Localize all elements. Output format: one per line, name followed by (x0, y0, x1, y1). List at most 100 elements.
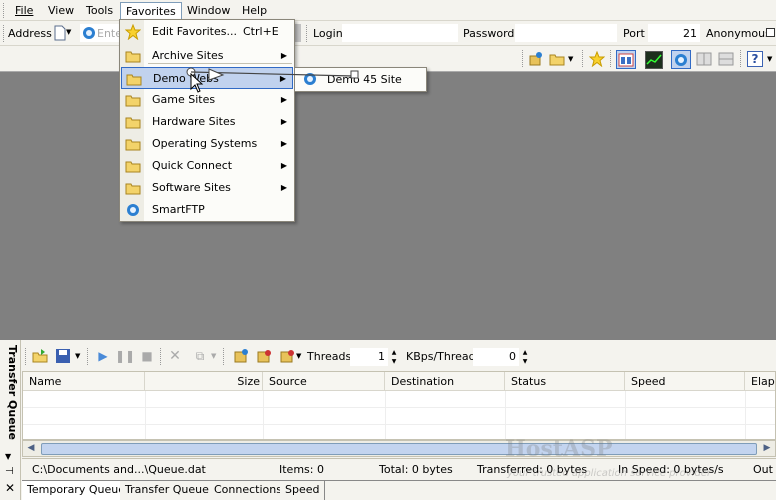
menu-window[interactable]: Window (182, 2, 235, 19)
tile-horizontal-icon[interactable] (718, 51, 734, 67)
transfer-queue-toggle-icon[interactable] (616, 50, 636, 69)
tab-speed[interactable]: Speed (280, 481, 326, 500)
horizontal-scrollbar[interactable]: ◀ ▶ (22, 440, 776, 457)
tab-temporary-queue[interactable]: Temporary Queue (22, 481, 131, 500)
menu-tools[interactable]: Tools (81, 2, 118, 19)
anonymous-label: Anonymous (706, 27, 771, 40)
toolbar-grip[interactable] (3, 25, 4, 42)
folder-icon (125, 48, 141, 64)
port-field[interactable]: 21 (648, 24, 700, 42)
menu-help[interactable]: Help (237, 2, 272, 19)
address-toolbar: Address ▼ Ente Login Password Port 21 An… (0, 21, 776, 46)
status-out-speed: Out (753, 463, 773, 476)
threads-input[interactable]: 1 (350, 348, 388, 366)
speed-graph-icon[interactable] (645, 51, 663, 69)
save-queue-icon[interactable] (55, 348, 71, 364)
status-queue-file: C:\Documents and...\Queue.dat (32, 463, 206, 476)
kbps-value: 0 (509, 350, 516, 363)
tile-vertical-icon[interactable] (696, 51, 712, 67)
tab-label: Connections (214, 483, 282, 496)
mouse-pointer-icon (190, 73, 204, 93)
threads-value: 1 (378, 350, 385, 363)
toolbar-separator (223, 348, 224, 365)
pause-icon[interactable]: ❚❚ (115, 348, 135, 364)
menu-item-smartftp[interactable]: SmartFTP (121, 199, 293, 221)
menu-item-operating-systems[interactable]: Operating Systems ▶ (121, 133, 293, 155)
transfer-queue-title: Transfer Queue (6, 345, 19, 440)
kbps-spinner[interactable]: ▲ ▼ (520, 348, 530, 366)
login-label: Login (313, 27, 343, 40)
kbps-input[interactable]: 0 (473, 348, 519, 366)
save-queue-dropdown-icon[interactable]: ▼ (75, 352, 80, 360)
globe-view-icon[interactable] (671, 50, 691, 69)
close-panel-icon[interactable]: ✕ (5, 481, 15, 495)
menu-item-label: Software Sites (152, 181, 231, 194)
open-folder-icon[interactable] (549, 51, 565, 67)
load-queue-icon[interactable] (32, 348, 48, 364)
queue-toolbar: ▼ ▶ ❚❚ ■ ✕ ⧉ ▼ ▼ Threads 1 ▲ ▼ KBps/Threa… (22, 344, 776, 369)
menu-item-quick-connect[interactable]: Quick Connect ▶ (121, 155, 293, 177)
move-icon[interactable]: ⧉ (192, 348, 208, 364)
menu-item-label: Archive Sites (152, 49, 224, 62)
menu-item-software-sites[interactable]: Software Sites ▶ (121, 177, 293, 199)
start-icon[interactable]: ▶ (95, 348, 111, 364)
menubar-grip[interactable] (3, 3, 6, 18)
dock-menu-arrow-icon[interactable]: ▼ (5, 452, 11, 461)
menu-file[interactable]: File (10, 2, 38, 19)
port-label: Port (623, 27, 645, 40)
scheduler-icon[interactable] (233, 348, 249, 364)
move-dropdown-icon[interactable]: ▼ (211, 352, 216, 360)
toolbar2-grip[interactable] (522, 50, 523, 67)
menu-item-hardware-sites[interactable]: Hardware Sites ▶ (121, 111, 293, 133)
menu-item-archive-sites[interactable]: Archive Sites ▶ (121, 45, 293, 67)
address-input[interactable]: Ente (80, 24, 122, 42)
column-header-source[interactable]: Source (263, 372, 385, 391)
column-header-size[interactable]: Size (145, 372, 263, 391)
toolbar-overflow-icon[interactable]: ▼ (767, 55, 772, 63)
menu-tools-label: Tools (86, 4, 114, 17)
menu-item-edit-favorites[interactable]: Edit Favorites... Ctrl+E (121, 21, 293, 43)
column-header-destination[interactable]: Destination (385, 372, 505, 391)
submenu-arrow-icon: ▶ (280, 117, 287, 126)
login-field[interactable] (342, 24, 458, 42)
queue-settings-icon[interactable] (256, 348, 272, 364)
anonymous-checkbox[interactable] (766, 28, 775, 37)
table-row[interactable] (23, 425, 775, 439)
transfer-queue-table[interactable]: Name Size Source Destination Status Spee… (22, 371, 776, 440)
column-header-elapsed[interactable]: Elaps (745, 372, 775, 391)
table-row[interactable] (23, 408, 775, 425)
mdi-workspace[interactable] (0, 72, 776, 340)
toolbar-separator (610, 50, 611, 67)
scrollbar-thumb[interactable] (41, 443, 757, 455)
watermark-tagline: your trusted application service provide… (507, 468, 712, 479)
threads-spinner[interactable]: ▲ ▼ (389, 348, 399, 366)
address-dropdown-button[interactable] (294, 24, 301, 42)
remove-icon[interactable]: ✕ (167, 348, 183, 364)
new-connection-icon[interactable] (528, 51, 544, 67)
stop-icon[interactable]: ■ (139, 348, 155, 364)
open-folder-dropdown-icon[interactable]: ▼ (568, 55, 573, 63)
table-row[interactable] (23, 391, 775, 408)
submenu-arrow-icon: ▶ (280, 139, 287, 148)
pin-icon[interactable]: ⊣ (5, 466, 14, 477)
scroll-right-icon[interactable]: ▶ (759, 441, 775, 456)
star-icon (125, 24, 141, 40)
favorites-star-icon[interactable] (589, 51, 605, 67)
column-header-speed[interactable]: Speed (625, 372, 745, 391)
status-total: Total: 0 bytes (379, 463, 453, 476)
queue-options-dropdown-icon[interactable]: ▼ (296, 352, 301, 360)
scroll-left-icon[interactable]: ◀ (23, 441, 39, 456)
tab-connections[interactable]: Connections (209, 481, 288, 500)
menu-item-label: SmartFTP (152, 203, 205, 216)
tab-transfer-queue[interactable]: Transfer Queue (120, 481, 215, 500)
menu-file-label: File (15, 4, 34, 17)
address-dropdown-arrow-icon[interactable]: ▼ (66, 28, 71, 36)
grid-line (263, 391, 264, 439)
password-field[interactable] (515, 24, 617, 42)
queue-options-icon[interactable] (279, 348, 295, 364)
queue-toolbar-grip[interactable] (25, 348, 26, 365)
menu-view[interactable]: View (43, 2, 79, 19)
column-header-name[interactable]: Name (23, 372, 145, 391)
help-icon[interactable]: ? (747, 51, 763, 67)
column-header-status[interactable]: Status (505, 372, 625, 391)
